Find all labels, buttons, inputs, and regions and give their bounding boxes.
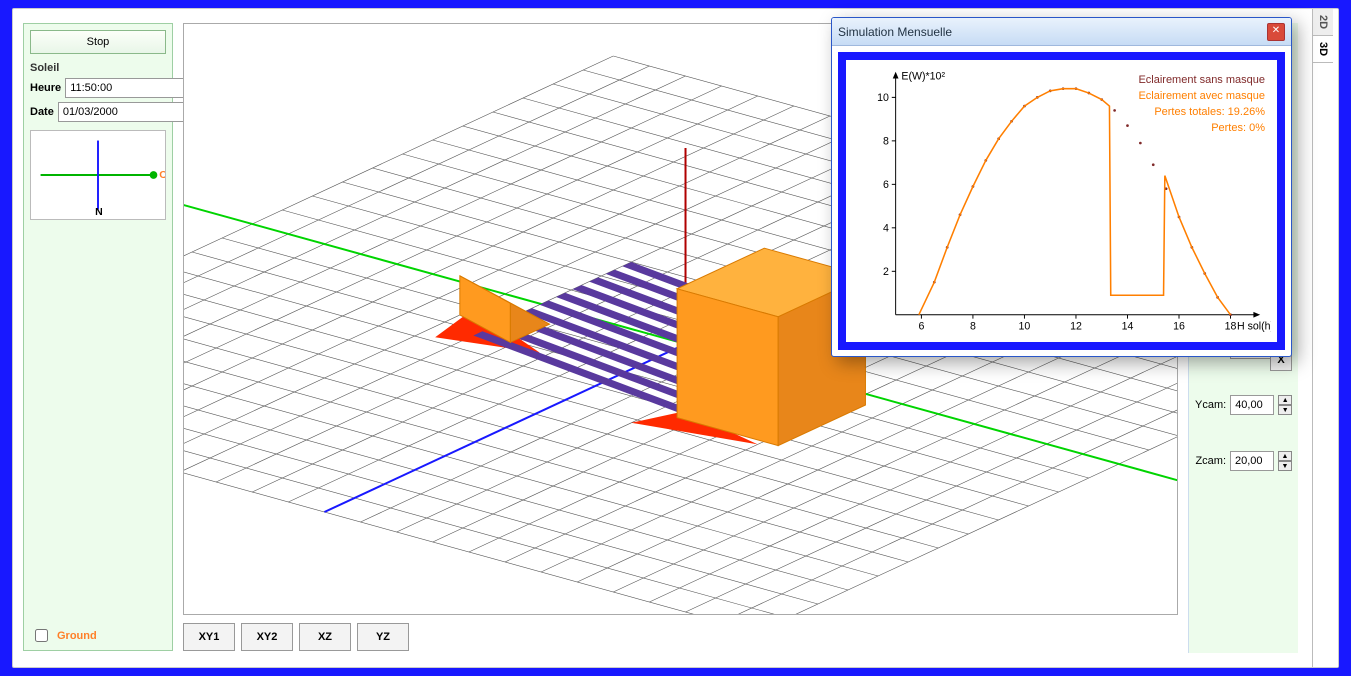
- tab-2d[interactable]: 2D: [1313, 9, 1333, 36]
- ground-checkbox-row: Ground: [31, 626, 97, 645]
- compass-n: N: [95, 206, 103, 218]
- svg-text:18: 18: [1225, 320, 1237, 332]
- svg-text:8: 8: [970, 320, 976, 332]
- svg-text:4: 4: [883, 223, 889, 235]
- svg-text:E(W)*10²: E(W)*10²: [901, 71, 945, 83]
- svg-text:2: 2: [883, 266, 889, 278]
- tab-rail: 2D 3D: [1312, 9, 1338, 667]
- legend-pertes-totales: Pertes totales: 19.26%: [1138, 104, 1265, 120]
- ground-checkbox[interactable]: [35, 629, 48, 642]
- tab-3d[interactable]: 3D: [1313, 36, 1333, 63]
- left-panel: Stop Soleil Heure ▲▼ Date ▼ O N: [23, 23, 173, 651]
- stop-button[interactable]: Stop: [30, 30, 166, 54]
- svg-text:10: 10: [1019, 320, 1031, 332]
- date-label: Date: [30, 106, 54, 118]
- chart-legend: Eclairement sans masque Eclairement avec…: [1138, 72, 1265, 136]
- view-xy2-button[interactable]: XY2: [241, 623, 293, 651]
- svg-text:H sol(h): H sol(h): [1237, 320, 1271, 332]
- svg-text:16: 16: [1173, 320, 1185, 332]
- soleil-group-label: Soleil: [30, 62, 166, 74]
- view-xz-button[interactable]: XZ: [299, 623, 351, 651]
- chart-titlebar[interactable]: Simulation Mensuelle ✕: [832, 18, 1291, 46]
- view-buttons: XY1 XY2 XZ YZ: [183, 623, 409, 651]
- svg-text:6: 6: [883, 179, 889, 191]
- legend-sans: Eclairement sans masque: [1138, 72, 1265, 88]
- legend-pertes: Pertes: 0%: [1138, 120, 1265, 136]
- view-yz-button[interactable]: YZ: [357, 623, 409, 651]
- ycam-input[interactable]: [1230, 395, 1274, 415]
- view-xy1-button[interactable]: XY1: [183, 623, 235, 651]
- ground-label: Ground: [57, 630, 97, 642]
- chart-frame: 2 4 6 8 10 6 8 10 12 14 16 18 E(W)*10² H sol(h) Eclai…: [838, 52, 1285, 350]
- compass: O N: [30, 130, 166, 220]
- svg-text:10: 10: [877, 92, 889, 104]
- compass-o: O: [159, 169, 165, 181]
- ycam-label: Ycam:: [1195, 399, 1226, 411]
- svg-text:6: 6: [918, 320, 924, 332]
- chart-title-text: Simulation Mensuelle: [838, 25, 952, 39]
- close-icon[interactable]: ✕: [1267, 23, 1285, 41]
- zcam-input[interactable]: [1230, 451, 1274, 471]
- heure-label: Heure: [30, 82, 61, 94]
- chart-area: 2 4 6 8 10 6 8 10 12 14 16 18 E(W)*10² H sol(h) Eclai…: [852, 66, 1271, 336]
- svg-text:8: 8: [883, 136, 889, 148]
- zcam-label: Zcam:: [1195, 455, 1226, 467]
- legend-avec: Eclairement avec masque: [1138, 88, 1265, 104]
- svg-text:12: 12: [1070, 320, 1082, 332]
- chart-window[interactable]: Simulation Mensuelle ✕ 2 4 6 8 10 6 8 10 12 14 16 1…: [831, 17, 1292, 357]
- svg-text:14: 14: [1122, 320, 1134, 332]
